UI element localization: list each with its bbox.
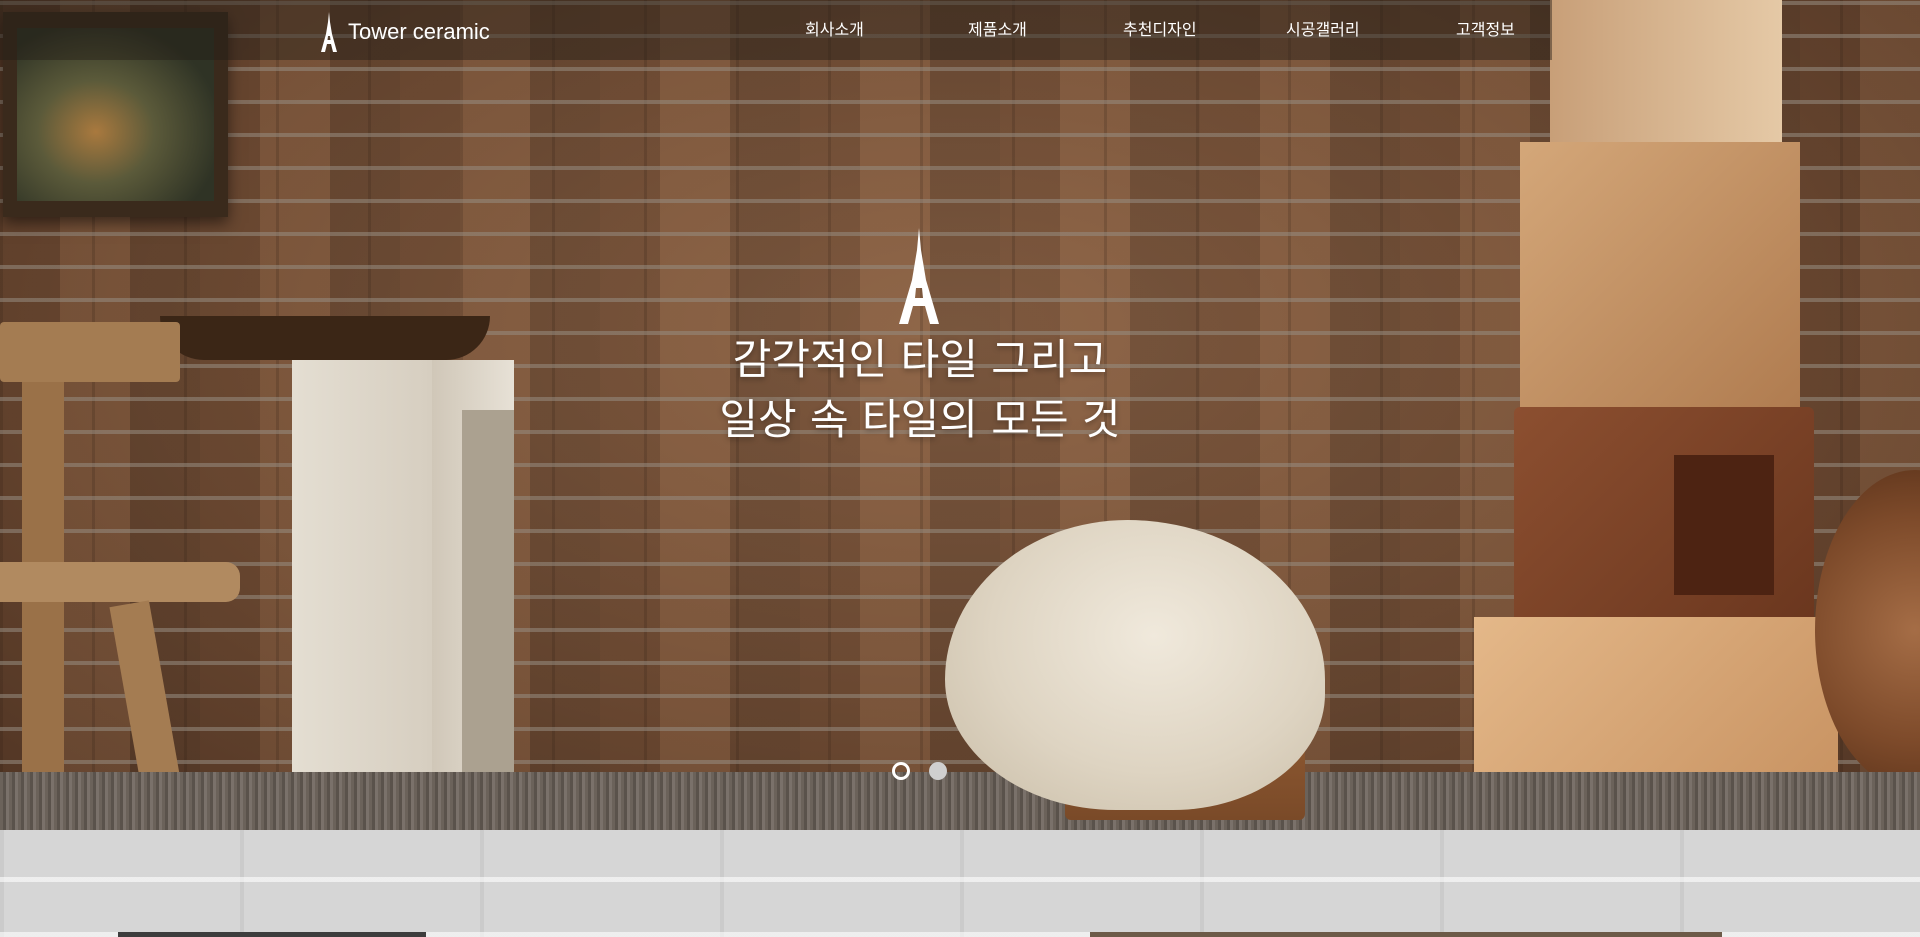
white-brick-section bbox=[0, 830, 1920, 937]
nav-item-gallery[interactable]: 시공갤러리 bbox=[1286, 16, 1360, 40]
slider-dot-2[interactable] bbox=[929, 762, 947, 780]
hero-headline: 감각적인 타일 그리고 일상 속 타일의 모든 것 bbox=[560, 330, 1280, 450]
nav-item-customer-info[interactable]: 고객정보 bbox=[1456, 16, 1515, 40]
nav-item-products[interactable]: 제품소개 bbox=[968, 16, 1027, 40]
top-navbar: Tower ceramic 회사소개 제품소개 추천디자인 시공갤러리 고객정보 bbox=[0, 0, 1552, 60]
content-thumbnail[interactable] bbox=[118, 932, 426, 937]
content-thumbnail[interactable] bbox=[1090, 932, 1722, 937]
slider-dot-1[interactable] bbox=[892, 762, 910, 780]
wood-block bbox=[1550, 0, 1782, 142]
headline-line-2: 일상 속 타일의 모든 것 bbox=[719, 395, 1121, 444]
knit-blanket bbox=[945, 520, 1325, 810]
nav-item-company[interactable]: 회사소개 bbox=[805, 16, 864, 40]
eiffel-tower-icon bbox=[899, 228, 939, 324]
console-table bbox=[292, 360, 514, 830]
wood-block bbox=[1514, 407, 1814, 634]
wood-block bbox=[1520, 142, 1800, 407]
brand-name: Tower ceramic bbox=[348, 19, 490, 44]
nav-item-recommended-design[interactable]: 추천디자인 bbox=[1123, 16, 1197, 40]
headline-line-1: 감각적인 타일 그리고 bbox=[732, 335, 1108, 384]
brand-logo[interactable]: Tower ceramic bbox=[320, 12, 490, 52]
wooden-chair bbox=[0, 322, 260, 830]
eiffel-tower-icon bbox=[321, 12, 337, 52]
carpet-floor bbox=[0, 772, 1920, 830]
